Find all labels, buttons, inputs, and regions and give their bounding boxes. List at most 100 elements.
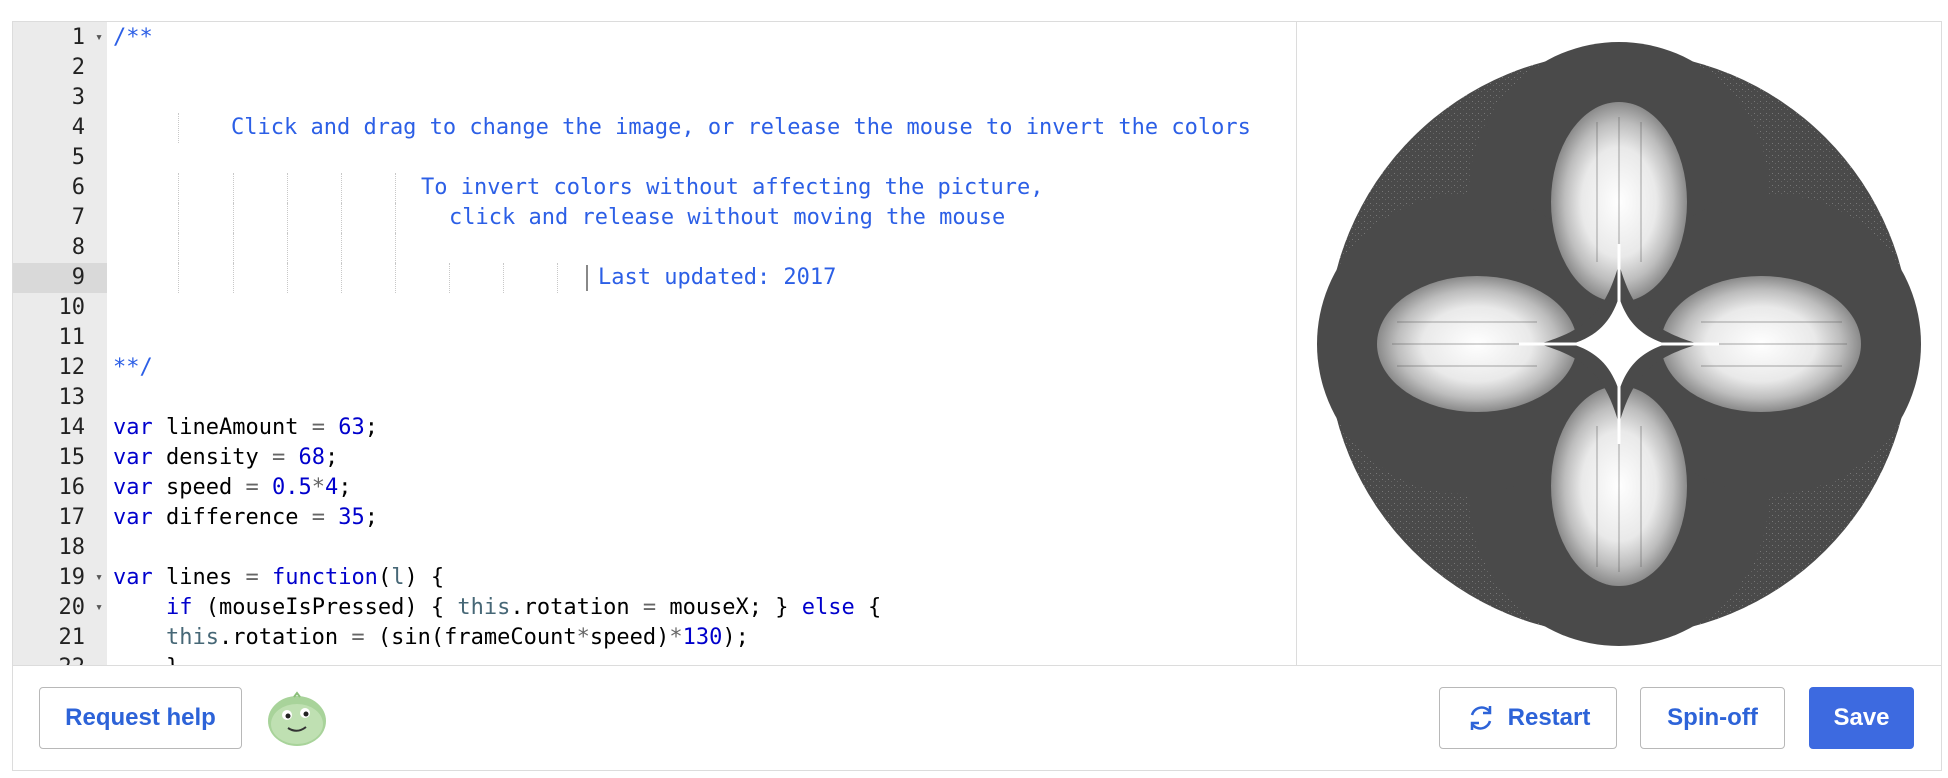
indent-guide: [449, 263, 450, 293]
code-line[interactable]: 6 To invert colors without affecting the …: [13, 173, 1296, 203]
ide-frame: 1 ▾/** 2 3 4 Click and drag to change the ima…: [12, 21, 1942, 771]
line-number: 16: [58, 475, 86, 500]
code-line[interactable]: 5: [13, 143, 1296, 173]
line-number-cell: 7: [13, 203, 107, 233]
fold-arrow-icon[interactable]: ▾: [95, 23, 103, 53]
indent-guide: [557, 263, 558, 293]
restart-button[interactable]: Restart: [1439, 687, 1617, 749]
line-number: 17: [58, 505, 86, 530]
code-text: var lineAmount = 63;: [113, 415, 378, 440]
save-button[interactable]: Save: [1809, 687, 1914, 749]
code-line[interactable]: 22 }: [13, 653, 1296, 665]
line-number-cell: 21: [13, 623, 107, 653]
save-label: Save: [1833, 704, 1890, 731]
line-number-cell: 17: [13, 503, 107, 533]
line-number: 1: [71, 25, 85, 50]
code-line[interactable]: 3: [13, 83, 1296, 113]
code-line[interactable]: 13: [13, 383, 1296, 413]
line-number: 15: [58, 445, 86, 470]
line-number: 5: [71, 145, 85, 170]
code-line[interactable]: 8: [13, 233, 1296, 263]
line-number-cell: 3: [13, 83, 107, 113]
flower-shape: [1317, 42, 1921, 646]
request-help-button[interactable]: Request help: [39, 687, 242, 749]
code-text: var lines = function(l) {: [113, 565, 445, 590]
line-number-cell: 9: [13, 263, 107, 293]
code-editor[interactable]: 1 ▾/** 2 3 4 Click and drag to change the ima…: [13, 22, 1296, 665]
indent-guide: [341, 263, 342, 293]
code-text: click and release without moving the mou…: [449, 205, 1006, 230]
request-help-label: Request help: [65, 704, 216, 731]
line-number-cell: 22: [13, 653, 107, 665]
spin-off-label: Spin-off: [1667, 704, 1758, 731]
code-text: /**: [113, 25, 153, 50]
indent-guide: [341, 203, 342, 233]
code-line[interactable]: 18: [13, 533, 1296, 563]
indent-guide: [287, 203, 288, 233]
code-line[interactable]: 2: [13, 53, 1296, 83]
indent-guide: [233, 203, 234, 233]
line-number: 14: [58, 415, 86, 440]
line-number: 10: [58, 295, 86, 320]
line-number-cell: 20 ▾: [13, 593, 107, 623]
line-number-cell: 1 ▾: [13, 23, 107, 53]
line-number: 2: [71, 55, 85, 80]
code-text: Click and drag to change the image, or r…: [231, 115, 1251, 140]
line-number: 20: [58, 595, 86, 620]
indent-guide: [178, 113, 179, 143]
indent-guide: [233, 173, 234, 203]
indent-guide: [233, 263, 234, 293]
code-line[interactable]: 1 ▾/**: [13, 23, 1296, 53]
code-line[interactable]: 16 var speed = 0.5*4;: [13, 473, 1296, 503]
line-number-cell: 13: [13, 383, 107, 413]
code-text: var speed = 0.5*4;: [113, 475, 352, 500]
line-number: 8: [71, 235, 85, 260]
fold-arrow-icon[interactable]: ▾: [95, 593, 103, 623]
line-number: 12: [58, 355, 86, 380]
line-number-cell: 8: [13, 233, 107, 263]
line-number-cell: 10: [13, 293, 107, 323]
indent-guide: [503, 263, 504, 293]
code-line[interactable]: 4 Click and drag to change the image, or …: [13, 113, 1296, 143]
indent-guide: [178, 263, 179, 293]
code-text: To invert colors without affecting the p…: [421, 175, 1044, 200]
code-text: if (mouseIsPressed) { this.rotation = mo…: [165, 595, 882, 620]
code-line[interactable]: 12 **/: [13, 353, 1296, 383]
line-number: 4: [71, 115, 85, 140]
spin-off-button[interactable]: Spin-off: [1640, 687, 1785, 749]
line-number: 21: [58, 625, 86, 650]
line-number: 11: [58, 325, 86, 350]
indent-guide: [341, 233, 342, 263]
indent-guide: [178, 173, 179, 203]
line-number: 13: [58, 385, 86, 410]
code-line[interactable]: 20 ▾ if (mouseIsPressed) { this.rotation …: [13, 593, 1296, 623]
code-text: }: [113, 653, 179, 665]
code-line[interactable]: 15 var density = 68;: [13, 443, 1296, 473]
indent-guide: [178, 203, 179, 233]
code-line[interactable]: 19 ▾ var lines = function(l) {: [13, 563, 1296, 593]
canvas-preview[interactable]: [1296, 22, 1941, 665]
fold-arrow-icon[interactable]: ▾: [95, 563, 103, 593]
line-number: 9: [71, 265, 85, 290]
code-line[interactable]: 10: [13, 293, 1296, 323]
text-cursor: [586, 265, 588, 291]
program-output-canvas[interactable]: [1297, 22, 1941, 665]
code-line[interactable]: 17 var difference = 35;: [13, 503, 1296, 533]
code-line[interactable]: 9 Last updated: 2017: [13, 263, 1296, 293]
line-number-cell: 2: [13, 53, 107, 83]
code-line[interactable]: 7 click and release without moving the mo…: [13, 203, 1296, 233]
indent-guide: [178, 233, 179, 263]
code-line[interactable]: 14 var lineAmount = 63;: [13, 413, 1296, 443]
indent-guide: [395, 263, 396, 293]
avatar-icon: [266, 691, 328, 747]
code-line[interactable]: 21 this.rotation = (sin(frameCount*speed…: [13, 623, 1296, 653]
code-line[interactable]: 11: [13, 323, 1296, 353]
indent-guide: [287, 233, 288, 263]
line-number: 19: [58, 565, 86, 590]
line-number-cell: 19 ▾: [13, 563, 107, 593]
line-number-cell: 16: [13, 473, 107, 503]
line-number-cell: 5: [13, 143, 107, 173]
line-number-cell: 18: [13, 533, 107, 563]
indent-guide: [395, 233, 396, 263]
indent-guide: [341, 173, 342, 203]
